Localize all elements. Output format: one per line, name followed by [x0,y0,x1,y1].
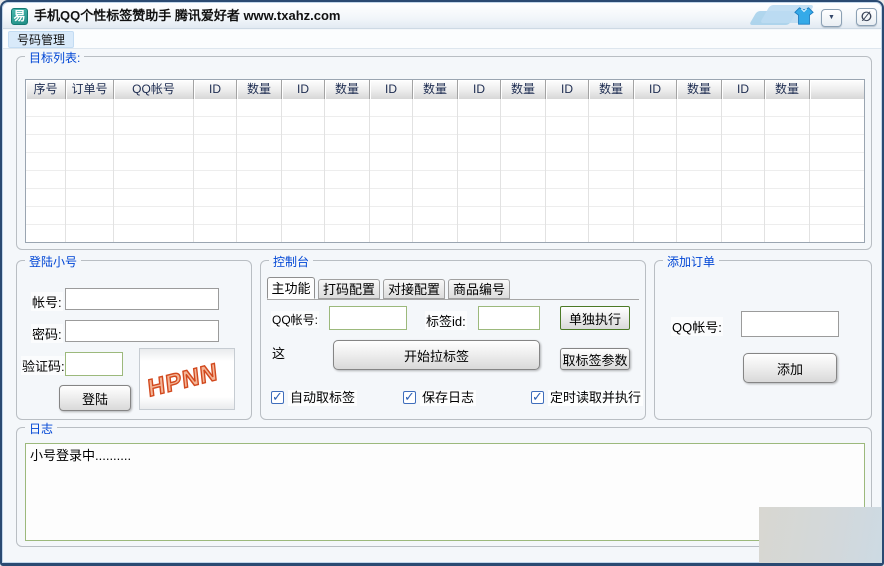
menubar: 号码管理 [3,30,881,49]
grid-line [764,99,765,242]
checkbox-box [531,391,544,404]
tag-id-input[interactable] [478,306,540,330]
add-order-qq-input[interactable] [741,311,839,337]
tag-id-label: 标签id: [425,311,467,330]
captcha-text: HPNN [147,358,220,402]
column-header[interactable]: 数量 [765,80,810,99]
group-log-label: 日志 [25,420,57,437]
column-header[interactable]: 数量 [325,80,370,99]
table-header: 序号订单号QQ帐号ID数量ID数量ID数量ID数量ID数量ID数量ID数量 [26,80,864,99]
minimize-button[interactable]: ▼ [821,9,842,27]
single-run-button[interactable]: 单独执行 [560,306,630,330]
password-label: 密码: [31,324,63,343]
table-body[interactable] [26,99,864,242]
grid-line [809,99,810,242]
group-log: 日志 小号登录中.......... [16,427,872,547]
grid-line [633,99,634,242]
column-header[interactable]: ID [458,80,501,99]
group-target-list: 目标列表: 序号订单号QQ帐号ID数量ID数量ID数量ID数量ID数量ID数量I… [16,56,872,250]
grid-line [457,99,458,242]
grid-line [369,99,370,242]
minimize-icon: ▼ [822,10,841,26]
group-target-list-label: 目标列表: [25,49,84,66]
column-header[interactable]: ID [370,80,413,99]
console-qq-label: QQ帐号: [271,311,319,328]
grid-line [65,99,66,242]
column-header[interactable]: 数量 [501,80,546,99]
grid-line [545,99,546,242]
group-console-label: 控制台 [269,253,313,270]
group-add-order-label: 添加订单 [663,253,719,270]
login-button[interactable]: 登陆 [59,385,131,411]
tab-captcha-config[interactable]: 打码配置 [318,279,380,299]
group-login-label: 登陆小号 [25,253,81,270]
log-textarea[interactable]: 小号登录中.......... [25,443,865,541]
group-login: 登陆小号 帐号: 密码: 验证码: HPNN 登陆 [16,260,252,420]
account-input[interactable] [65,288,219,310]
console-qq-input[interactable] [329,306,407,330]
start-pull-tags-button[interactable]: 开始拉标签 [333,340,540,370]
grid-line [412,99,413,242]
grid-line [676,99,677,242]
checkbox-box [271,391,284,404]
grid-line [721,99,722,242]
grid-line [500,99,501,242]
account-label: 帐号: [31,292,63,311]
checkbox-box [403,391,416,404]
checkbox-label: 定时读取并执行 [548,390,643,406]
window-title: 手机QQ个性标签赞助手 腾讯爱好者 www.txahz.com [34,3,340,29]
column-header[interactable]: 数量 [413,80,458,99]
column-header[interactable]: 数量 [677,80,722,99]
tab-main-function[interactable]: 主功能 [267,277,315,299]
captcha-image[interactable]: HPNN [139,348,235,410]
grid-line [113,99,114,242]
grid-line [281,99,282,242]
checkbox-label: 保存日志 [420,390,476,406]
column-header[interactable]: 数量 [237,80,282,99]
column-header[interactable]: QQ帐号 [114,80,194,99]
partial-text: 这 [271,343,286,362]
captcha-input[interactable] [65,352,123,376]
tab-docking-config[interactable]: 对接配置 [383,279,445,299]
overlay-artifact [759,507,884,566]
close-button[interactable]: ∅ [856,8,877,26]
app-icon: 易 [11,8,28,25]
password-input[interactable] [65,320,219,342]
column-header[interactable]: 序号 [26,80,66,99]
add-order-qq-label: QQ帐号: [671,317,723,336]
grid-line [236,99,237,242]
tab-product-number[interactable]: 商品编号 [448,279,510,299]
column-header[interactable]: ID [722,80,765,99]
get-tag-params-button[interactable]: 取标签参数 [560,348,630,370]
column-header[interactable]: ID [194,80,237,99]
app-window: 易 手机QQ个性标签赞助手 腾讯爱好者 www.txahz.com ▼ ∅ 号码… [0,0,884,566]
titlebar[interactable]: 易 手机QQ个性标签赞助手 腾讯爱好者 www.txahz.com ▼ ∅ [3,3,881,29]
column-header[interactable]: 数量 [589,80,634,99]
column-header-filler [810,80,864,99]
close-icon: ∅ [857,9,876,25]
grid-line [193,99,194,242]
target-table[interactable]: 序号订单号QQ帐号ID数量ID数量ID数量ID数量ID数量ID数量ID数量 [25,79,865,243]
checkbox-label: 自动取标签 [288,390,357,406]
tab-strip: 主功能 打码配置 对接配置 商品编号 [267,277,639,299]
column-header[interactable]: 订单号 [66,80,114,99]
group-console: 控制台 主功能 打码配置 对接配置 商品编号 QQ帐号: 标签id: 单独执行 … [260,260,646,420]
tab-strip-line [267,299,639,300]
add-button[interactable]: 添加 [743,353,837,383]
grid-line [324,99,325,242]
menu-item-number-management[interactable]: 号码管理 [8,31,74,48]
group-add-order: 添加订单 QQ帐号: 添加 [654,260,872,420]
column-header[interactable]: ID [282,80,325,99]
captcha-label: 验证码: [21,356,66,375]
column-header[interactable]: ID [546,80,589,99]
column-header[interactable]: ID [634,80,677,99]
shirt-icon[interactable] [793,6,815,26]
grid-line [588,99,589,242]
